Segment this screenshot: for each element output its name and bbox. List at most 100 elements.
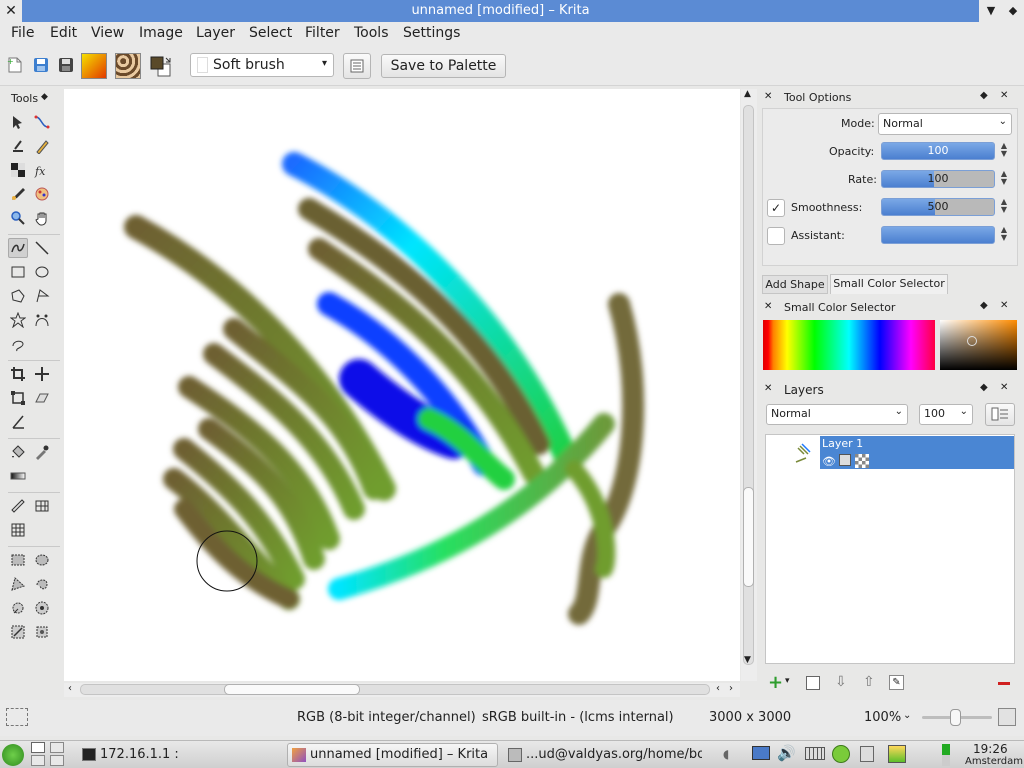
- tab-small-color-selector[interactable]: Small Color Selector: [830, 274, 948, 294]
- desktop-2-icon[interactable]: [50, 742, 64, 753]
- move-layer-up-icon[interactable]: ⇧: [863, 674, 875, 690]
- menu-settings[interactable]: Settings: [403, 25, 460, 41]
- polyline-tool-icon[interactable]: [32, 286, 52, 306]
- assistant-slider[interactable]: [881, 226, 995, 244]
- measure-angle-icon[interactable]: [8, 412, 28, 432]
- select-shapes-icon[interactable]: [8, 112, 28, 132]
- calligraphy-icon[interactable]: [8, 136, 28, 156]
- fullscreen-icon[interactable]: [998, 708, 1016, 726]
- rate-spin-icon[interactable]: ▲ ▼: [999, 170, 1009, 188]
- rect-select-icon[interactable]: [8, 550, 28, 570]
- freehand-path-icon[interactable]: [8, 238, 28, 258]
- layer-view-options-button[interactable]: [985, 403, 1015, 426]
- drawing-canvas[interactable]: [64, 89, 740, 681]
- collapse-icon[interactable]: ✕: [764, 383, 772, 394]
- rate-slider[interactable]: 100: [881, 170, 995, 188]
- tab-add-shape[interactable]: Add Shape: [762, 275, 828, 294]
- menu-view[interactable]: View: [91, 25, 124, 41]
- list-item[interactable]: Layer 1 👁: [766, 435, 1014, 470]
- assistant-spin-icon[interactable]: ▲ ▼: [999, 226, 1009, 244]
- clock-time[interactable]: 19:26: [973, 742, 1008, 756]
- lock-icon[interactable]: [839, 454, 851, 466]
- duplicate-layer-icon[interactable]: [806, 676, 820, 690]
- zoom-slider-handle[interactable]: [950, 709, 961, 726]
- vertical-scrollbar[interactable]: ▲ ▼: [741, 89, 757, 681]
- open-document-icon[interactable]: [32, 56, 54, 78]
- menu-edit[interactable]: Edit: [50, 25, 77, 41]
- path-select-icon[interactable]: [8, 622, 28, 642]
- magnetic-select-icon[interactable]: [32, 622, 52, 642]
- task-krita[interactable]: unnamed [modified] – Krita: [287, 743, 498, 767]
- transform-tool-icon[interactable]: [8, 388, 28, 408]
- similar-select-icon[interactable]: [32, 598, 52, 618]
- fg-bg-color-icon[interactable]: [148, 54, 174, 80]
- menu-tools[interactable]: Tools: [354, 25, 389, 41]
- freehand-brush-icon[interactable]: [8, 184, 28, 204]
- alpha-icon[interactable]: [855, 454, 869, 468]
- desktop-3-icon[interactable]: [31, 755, 45, 766]
- hue-strip[interactable]: [763, 320, 935, 370]
- float-icon[interactable]: ◆: [980, 300, 988, 311]
- pan-hand-icon[interactable]: [32, 208, 52, 228]
- collapse-icon[interactable]: ✕: [764, 91, 772, 102]
- maximize-icon[interactable]: ◆: [1002, 0, 1024, 22]
- layer-opacity-select[interactable]: 100 ⌄: [919, 404, 973, 425]
- rectangle-tool-icon[interactable]: [8, 262, 28, 282]
- polygon-select-icon[interactable]: [8, 574, 28, 594]
- contiguous-select-icon[interactable]: [8, 598, 28, 618]
- horizontal-scrollbar[interactable]: ‹ ‹ ›: [64, 683, 740, 697]
- new-document-icon[interactable]: +: [6, 56, 28, 78]
- menu-select[interactable]: Select: [249, 25, 292, 41]
- pattern-preset-icon[interactable]: [115, 53, 141, 79]
- fill-bucket-icon[interactable]: [8, 442, 28, 462]
- close-docker-icon[interactable]: ✕: [1000, 382, 1008, 393]
- chevron-down-icon[interactable]: ▾: [785, 676, 790, 686]
- updater-icon[interactable]: [832, 745, 850, 763]
- smoothness-checkbox[interactable]: ✓: [767, 199, 785, 217]
- selection-status-icon[interactable]: [6, 708, 28, 726]
- text-tool-icon[interactable]: [32, 136, 52, 156]
- smoothness-slider[interactable]: 500: [881, 198, 995, 216]
- task-terminal[interactable]: 172.16.1.1 :: [77, 743, 277, 767]
- color-picker-icon[interactable]: [32, 442, 52, 462]
- edit-shapes-icon[interactable]: [32, 112, 52, 132]
- move-tool-icon[interactable]: [32, 364, 52, 384]
- scroll-down-icon[interactable]: ▼: [744, 655, 751, 665]
- opacity-slider[interactable]: 100: [881, 142, 995, 160]
- close-docker-icon[interactable]: ✕: [1000, 300, 1008, 311]
- task-browser[interactable]: ...ud@valdyas.org/home/bo: [503, 743, 703, 767]
- layer-name[interactable]: Layer 1: [822, 437, 863, 450]
- ellipse-select-icon[interactable]: [32, 550, 52, 570]
- grid-editor-icon[interactable]: [32, 496, 52, 516]
- collapse-icon[interactable]: ✕: [764, 301, 772, 312]
- multibrush-icon[interactable]: [32, 184, 52, 204]
- move-layer-down-icon[interactable]: ⇩: [835, 674, 847, 690]
- line-tool-icon[interactable]: [32, 238, 52, 258]
- menu-image[interactable]: Image: [139, 25, 183, 41]
- window-menu-icon[interactable]: ▼: [980, 0, 1002, 22]
- menu-file[interactable]: File: [11, 25, 34, 41]
- speaker-muted-icon[interactable]: ◖: [723, 747, 729, 761]
- freehand-selection-path-icon[interactable]: [8, 334, 28, 354]
- vertical-scroll-thumb[interactable]: [743, 487, 754, 587]
- pattern-tool-icon[interactable]: [8, 160, 28, 180]
- horizontal-scroll-thumb[interactable]: [224, 684, 360, 695]
- star-tool-icon[interactable]: [8, 310, 28, 330]
- clipboard-icon[interactable]: [860, 746, 874, 762]
- mesh-grid-icon[interactable]: [8, 520, 28, 540]
- menu-layer[interactable]: Layer: [196, 25, 235, 41]
- polygon-tool-icon[interactable]: [8, 286, 28, 306]
- scroll-prev-icon[interactable]: ‹: [716, 683, 720, 694]
- scroll-left-icon[interactable]: ‹: [68, 683, 72, 694]
- keyboard-icon[interactable]: [805, 747, 825, 760]
- perspective-grid-icon[interactable]: [32, 388, 52, 408]
- close-docker-icon[interactable]: ✕: [1000, 90, 1008, 101]
- gradient-tool-icon[interactable]: [8, 466, 28, 486]
- menu-filter[interactable]: Filter: [305, 25, 340, 41]
- palette-editor-button[interactable]: [343, 53, 371, 79]
- scroll-right-icon[interactable]: ›: [729, 683, 733, 694]
- saturation-value-picker[interactable]: [940, 320, 1017, 370]
- ruler-assistant-icon[interactable]: [8, 496, 28, 516]
- zoom-icon[interactable]: [8, 208, 28, 228]
- opacity-spin-icon[interactable]: ▲ ▼: [999, 142, 1009, 160]
